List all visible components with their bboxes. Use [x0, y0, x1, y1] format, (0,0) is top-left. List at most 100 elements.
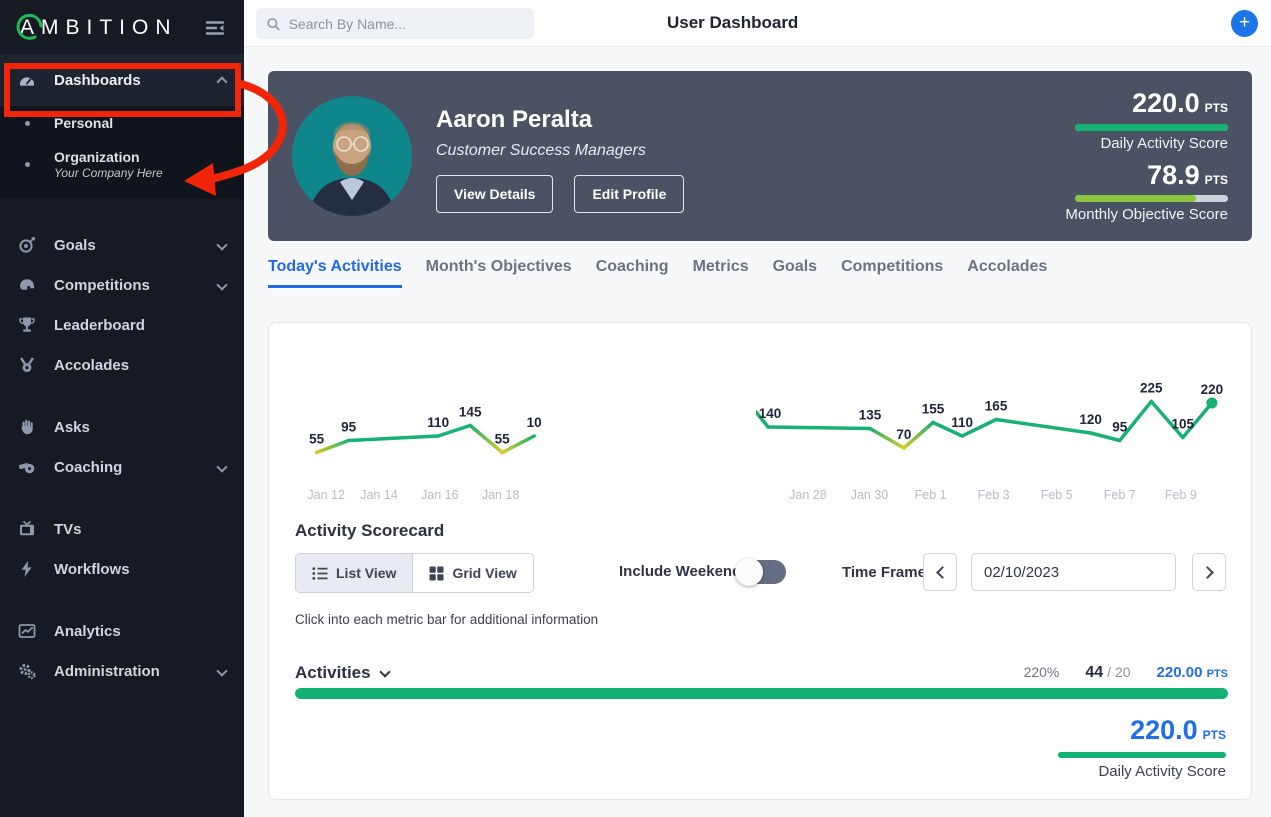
svg-text:165: 165	[985, 399, 1008, 414]
daily-score-value: 220.0 PTS	[1132, 88, 1228, 118]
chevron-left-icon	[935, 565, 949, 579]
tab-coaching[interactable]: Coaching	[596, 258, 669, 288]
sidebar-item-label: Administration	[54, 662, 160, 680]
sidebar-item-goals[interactable]: Goals	[0, 225, 244, 265]
footer-score-bar	[1058, 751, 1226, 758]
plus-icon: +	[1238, 12, 1251, 33]
add-button[interactable]: +	[1231, 10, 1258, 37]
tab-accolades[interactable]: Accolades	[967, 258, 1047, 288]
chevron-right-icon	[1200, 565, 1214, 579]
sidebar-item-workflows[interactable]: Workflows	[0, 549, 244, 589]
svg-text:Jan 18: Jan 18	[482, 488, 520, 502]
metric-stats: 220% 44/ 20 220.00 PTS	[1024, 664, 1228, 682]
list-view-icon	[312, 566, 328, 580]
list-view-button[interactable]: List View	[296, 554, 414, 592]
sidebar-item-organization[interactable]: Organization Your Company Here	[0, 140, 244, 189]
tab-competitions[interactable]: Competitions	[841, 258, 943, 288]
tab-todays-activities[interactable]: Today's Activities	[268, 258, 402, 288]
sidebar-item-asks[interactable]: Asks	[0, 407, 244, 447]
sidebar-item-leaderboard[interactable]: Leaderboard	[0, 305, 244, 345]
sidebar: AMBITION Dashboards Personal Organizatio…	[0, 0, 244, 817]
tab-metrics[interactable]: Metrics	[693, 258, 749, 288]
svg-text:110: 110	[427, 415, 449, 430]
chevron-down-icon	[216, 665, 228, 677]
sidebar-item-label: Dashboards	[54, 71, 141, 89]
page-title: User Dashboard	[667, 13, 799, 32]
sidebar-item-label: Analytics	[54, 622, 121, 640]
main-content: Aaron Peralta Customer Success Managers …	[244, 47, 1271, 817]
chevron-down-icon	[216, 239, 228, 251]
profile-card: Aaron Peralta Customer Success Managers …	[268, 71, 1252, 241]
metric-row-activities: Activities 220% 44/ 20 220.00 PTS	[295, 663, 1228, 683]
ambition-logo[interactable]: AMBITION	[14, 13, 178, 40]
workflows-icon	[21, 560, 32, 577]
sidebar-item-accolades[interactable]: Accolades	[0, 345, 244, 385]
metric-progress-bar[interactable]	[295, 688, 1228, 699]
tab-months-objectives[interactable]: Month's Objectives	[426, 258, 572, 288]
tab-goals[interactable]: Goals	[773, 258, 817, 288]
next-day-button[interactable]	[1192, 553, 1226, 591]
sidebar-item-label: Competitions	[54, 276, 150, 294]
sidebar-item-tvs[interactable]: TVs	[0, 509, 244, 549]
svg-text:Feb 5: Feb 5	[1041, 488, 1073, 502]
monthly-score-value: 78.9 PTS	[1147, 159, 1228, 190]
search-input[interactable]	[288, 15, 524, 32]
svg-text:Jan 14: Jan 14	[360, 488, 398, 502]
svg-text:220: 220	[1201, 382, 1224, 397]
svg-text:Jan 12: Jan 12	[307, 488, 345, 502]
svg-text:55: 55	[309, 432, 325, 447]
svg-text:Feb 7: Feb 7	[1104, 488, 1136, 502]
sidebar-item-competitions[interactable]: Competitions	[0, 265, 244, 305]
svg-text:Feb 9: Feb 9	[1165, 488, 1197, 502]
activity-card: 55 95 110 145 55 10 Jan 12 Jan 14 Jan 16 Jan 18 1…	[268, 322, 1252, 800]
sidebar-item-label: Goals	[54, 236, 96, 254]
sidebar-item-coaching[interactable]: Coaching	[0, 447, 244, 487]
svg-text:10: 10	[527, 415, 542, 430]
chevron-down-icon	[216, 279, 228, 291]
competitions-icon	[20, 279, 35, 290]
svg-text:Feb 1: Feb 1	[915, 488, 947, 502]
sidebar-item-analytics[interactable]: Analytics	[0, 611, 244, 651]
svg-text:70: 70	[896, 427, 911, 442]
svg-text:135: 135	[859, 408, 882, 423]
app-root: AMBITION Dashboards Personal Organizatio…	[0, 0, 1271, 817]
sidebar-logo-row: AMBITION	[0, 0, 244, 54]
svg-text:Jan 28: Jan 28	[789, 488, 827, 502]
svg-text:Feb 3: Feb 3	[978, 488, 1010, 502]
search-box	[256, 8, 534, 39]
metric-percent: 220%	[1023, 664, 1060, 680]
sidebar-item-personal[interactable]: Personal	[0, 106, 244, 140]
metric-name-dropdown[interactable]: Activities	[295, 663, 391, 683]
sidebar-item-dashboards[interactable]: Dashboards	[0, 54, 244, 106]
topbar: User Dashboard +	[244, 0, 1271, 47]
view-toggle: List View Grid View	[295, 553, 534, 593]
search-icon	[267, 17, 280, 30]
tv-icon	[20, 520, 34, 536]
view-details-button[interactable]: View Details	[436, 175, 554, 213]
dashboard-gauge-icon	[20, 77, 34, 86]
list-view-label: List View	[336, 565, 397, 581]
chevron-up-icon	[216, 76, 228, 88]
date-input[interactable]	[984, 563, 1183, 581]
include-weekends-toggle[interactable]	[735, 558, 786, 586]
metric-points: 220.00 PTS	[1156, 664, 1228, 681]
sidebar-item-administration[interactable]: Administration	[0, 651, 244, 691]
administration-icon	[19, 663, 36, 680]
grid-view-button[interactable]: Grid View	[413, 554, 533, 592]
svg-text:110: 110	[951, 415, 973, 430]
svg-text:55: 55	[495, 432, 511, 447]
previous-day-button[interactable]	[923, 553, 957, 591]
helper-text: Click into each metric bar for additiona…	[295, 612, 599, 627]
profile-scores: 220.0 PTS Daily Activity Score 78.9 PTS Mo…	[1065, 88, 1228, 232]
edit-profile-button[interactable]: Edit Profile	[574, 175, 685, 213]
sidebar-item-label: Asks	[54, 418, 90, 436]
sidebar-item-label: Leaderboard	[54, 316, 145, 334]
goals-icon	[19, 236, 36, 253]
sidebar-collapse-icon[interactable]	[204, 19, 226, 37]
svg-text:225: 225	[1140, 381, 1163, 396]
activity-trend-chart-left: 55 95 110 145 55 10 Jan 12 Jan 14 Jan 16 Jan 18	[291, 381, 611, 506]
grid-view-label: Grid View	[452, 565, 517, 581]
logo-ring-icon	[16, 13, 43, 40]
bullet-icon	[25, 120, 30, 126]
time-frame-label: Time Frame	[842, 564, 926, 581]
